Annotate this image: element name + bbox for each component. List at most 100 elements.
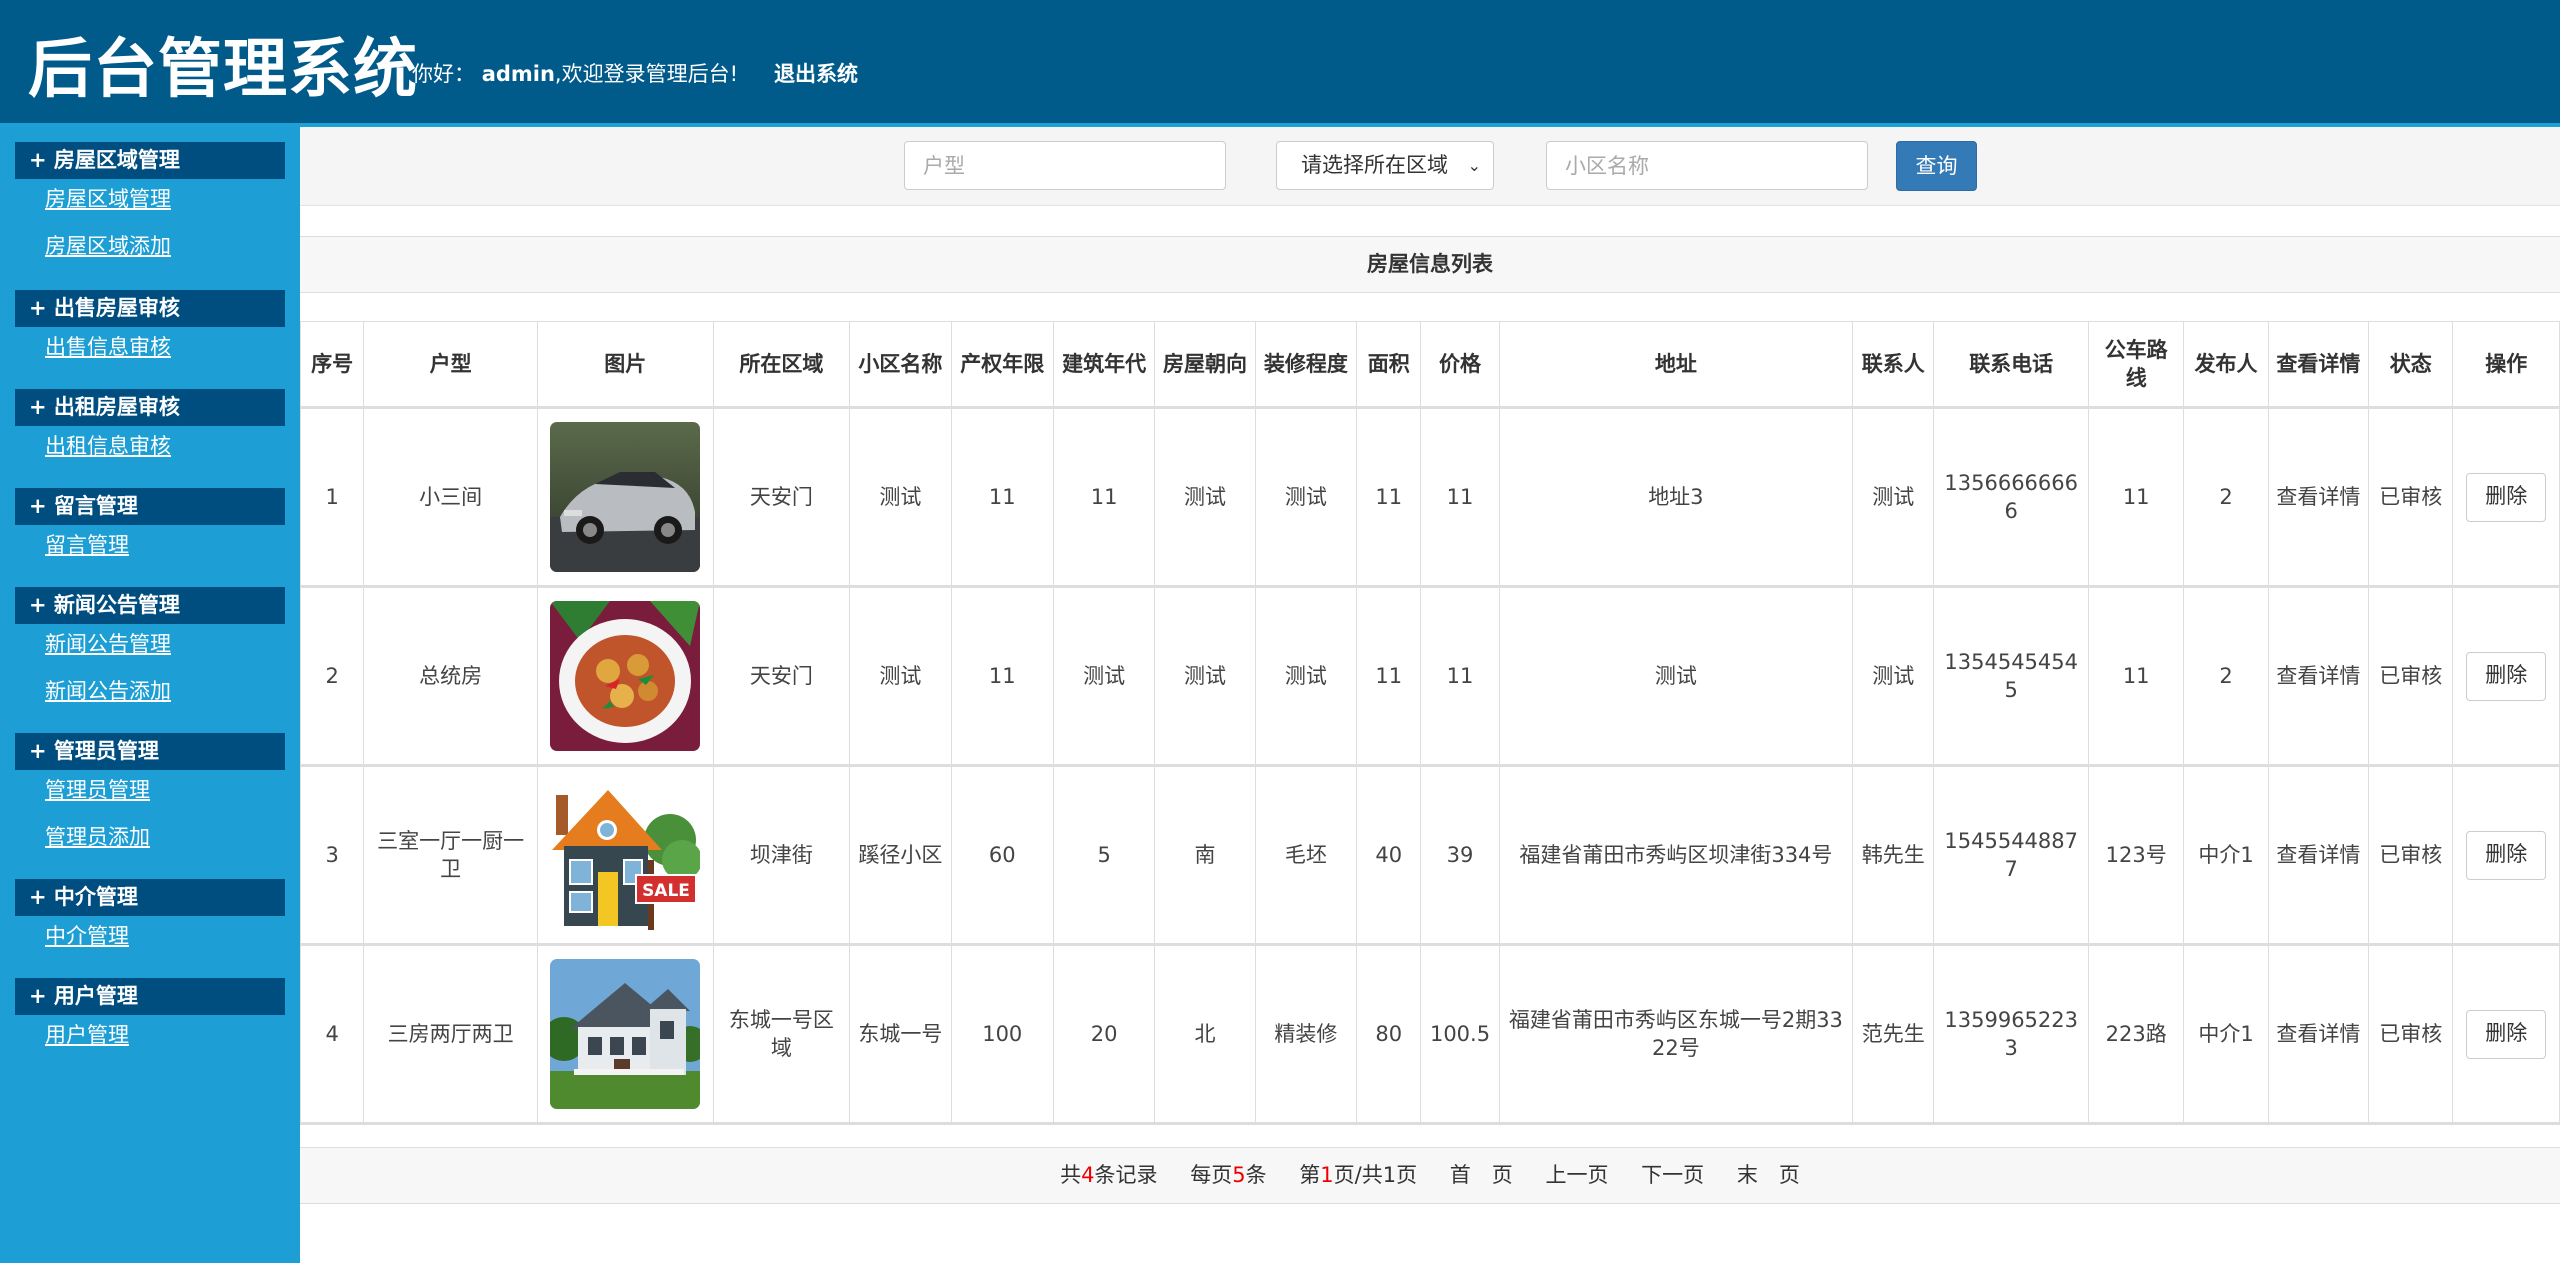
page-prefix: 第 [1299,1163,1321,1187]
list-title: 房屋信息列表 [300,236,2560,293]
table-header-row: 序号 户型 图片 所在区域 小区名称 产权年限 建筑年代 房屋朝向 装修程度 面… [299,321,2560,409]
col-header: 价格 [1420,321,1500,409]
cell-price: 11 [1420,407,1500,588]
area-select[interactable]: 请选择所在区域 ⌄ [1276,141,1494,190]
view-detail-link[interactable]: 查看详情 [2267,944,2370,1125]
cell-size: 40 [1356,765,1422,946]
view-detail-link[interactable]: 查看详情 [2267,586,2370,767]
query-button[interactable]: 查询 [1896,141,1977,191]
cell-publisher: 2 [2183,586,2269,767]
delete-button[interactable]: 删除 [2466,651,2547,701]
community-name-input[interactable] [1546,141,1868,190]
cell-phone: 15455448877 [1933,765,2089,946]
sidebar-group-user: + 用户管理 用户管理 [15,978,285,1062]
first-page-link[interactable]: 首 页 [1450,1163,1513,1187]
sidebar-group-admin: + 管理员管理 管理员管理 管理员添加 [15,733,285,864]
cell-size: 11 [1356,407,1422,588]
house-sale-illustration: SALE [550,780,701,930]
next-page-link[interactable]: 下一页 [1641,1163,1704,1187]
sidebar-group-title[interactable]: + 留言管理 [15,488,285,525]
sidebar-group-title[interactable]: + 中介管理 [15,879,285,916]
cell-action: 删除 [2452,407,2560,588]
col-header: 发布人 [2183,321,2269,409]
sidebar-item-agent-manage[interactable]: 中介管理 [45,916,285,963]
col-header: 小区名称 [849,321,952,409]
sidebar-group-title[interactable]: + 用户管理 [15,978,285,1015]
cell-type: 总统房 [363,586,538,767]
main-content: 请选择所在区域 ⌄ 查询 房屋信息列表 序号 户型 图片 所在区域 小区名称 产… [299,127,2560,1263]
area-select-value: 请选择所在区域 [1301,153,1448,177]
house-type-input[interactable] [904,141,1226,190]
sidebar-item-area-add[interactable]: 房屋区域添加 [45,226,285,273]
prev-page-link[interactable]: 上一页 [1545,1163,1608,1187]
cell-status: 已审核 [2368,765,2454,946]
logout-link[interactable]: 退出系统 [774,58,858,88]
username: admin [481,62,555,86]
table-row: 1 小三间 天安门 测试 11 11 测试 测试 11 11 地址3 测试 13… [299,407,2560,588]
col-header: 地址 [1498,321,1854,409]
sidebar-item-news-manage[interactable]: 新闻公告管理 [45,624,285,671]
cell-decor: 测试 [1254,586,1358,767]
cell-action: 删除 [2452,944,2560,1125]
delete-button[interactable]: 删除 [2466,472,2547,522]
view-detail-link[interactable]: 查看详情 [2267,407,2370,588]
sidebar-group-title[interactable]: + 出售房屋审核 [15,290,285,327]
last-page-link[interactable]: 末 页 [1737,1163,1800,1187]
col-header: 序号 [299,321,365,409]
cell-bus: 223路 [2087,944,2185,1125]
cell-facing: 南 [1154,765,1256,946]
sidebar: + 房屋区域管理 房屋区域管理 房屋区域添加 + 出售房屋审核 出售信息审核 +… [0,127,300,1263]
sidebar-group-area: + 房屋区域管理 房屋区域管理 房屋区域添加 [15,142,285,273]
col-header: 户型 [363,321,538,409]
cell-no: 4 [299,944,365,1125]
sidebar-group-title[interactable]: + 出租房屋审核 [15,389,285,426]
sidebar-group-rent: + 出租房屋审核 出租信息审核 [15,389,285,473]
sidebar-item-admin-add[interactable]: 管理员添加 [45,817,285,864]
cell-price: 39 [1420,765,1500,946]
cell-address: 测试 [1498,586,1854,767]
car-photo [550,422,701,572]
cell-area: 坝津街 [712,765,851,946]
cell-type: 三室一厅一厨一卫 [363,765,538,946]
sidebar-item-news-add[interactable]: 新闻公告添加 [45,671,285,718]
cell-years: 100 [950,944,1054,1125]
per-prefix: 每页 [1190,1163,1233,1187]
welcome-text: 你好： admin,欢迎登录管理后台! [412,58,738,88]
sidebar-item-message-manage[interactable]: 留言管理 [45,525,285,572]
delete-button[interactable]: 删除 [2466,830,2547,880]
cell-area: 东城一号区域 [712,944,851,1125]
sidebar-item-user-manage[interactable]: 用户管理 [45,1015,285,1062]
sidebar-item-area-manage[interactable]: 房屋区域管理 [45,179,285,226]
total-count: 4 [1081,1163,1095,1187]
cell-contact: 测试 [1852,586,1935,767]
view-detail-link[interactable]: 查看详情 [2267,765,2370,946]
house-table: 序号 户型 图片 所在区域 小区名称 产权年限 建筑年代 房屋朝向 装修程度 面… [299,321,2560,1125]
cell-community: 测试 [849,586,952,767]
chevron-down-icon: ⌄ [1467,156,1481,175]
sidebar-group-title[interactable]: + 管理员管理 [15,733,285,770]
delete-button[interactable]: 删除 [2466,1009,2547,1059]
svg-text:SALE: SALE [642,881,690,901]
cell-community: 测试 [849,407,952,588]
cell-image: SALE [536,765,714,946]
greet-suffix: ,欢迎登录管理后台! [554,62,739,86]
cell-size: 11 [1356,586,1422,767]
sidebar-group-title[interactable]: + 房屋区域管理 [15,142,285,179]
cell-facing: 测试 [1154,586,1256,767]
sidebar-item-rent-review[interactable]: 出租信息审核 [45,426,285,473]
cell-years: 60 [950,765,1054,946]
cell-publisher: 中介1 [2183,944,2269,1125]
cell-status: 已审核 [2368,944,2454,1125]
sidebar-group-title[interactable]: + 新闻公告管理 [15,587,285,624]
cell-phone: 13599652233 [1933,944,2089,1125]
top-header: 后台管理系统 你好： admin,欢迎登录管理后台! 退出系统 [0,0,2560,127]
cell-price: 11 [1420,586,1500,767]
col-header: 建筑年代 [1052,321,1156,409]
cell-price: 100.5 [1420,944,1500,1125]
table-row: 2 总统房 天安门 测试 11 测试 测试 测试 11 11 测试 测试 135… [299,586,2560,767]
total-suffix: 条记录 [1094,1163,1158,1187]
sidebar-item-sale-review[interactable]: 出售信息审核 [45,327,285,374]
cell-years: 11 [950,586,1054,767]
sidebar-item-admin-manage[interactable]: 管理员管理 [45,770,285,817]
col-header: 状态 [2368,321,2454,409]
